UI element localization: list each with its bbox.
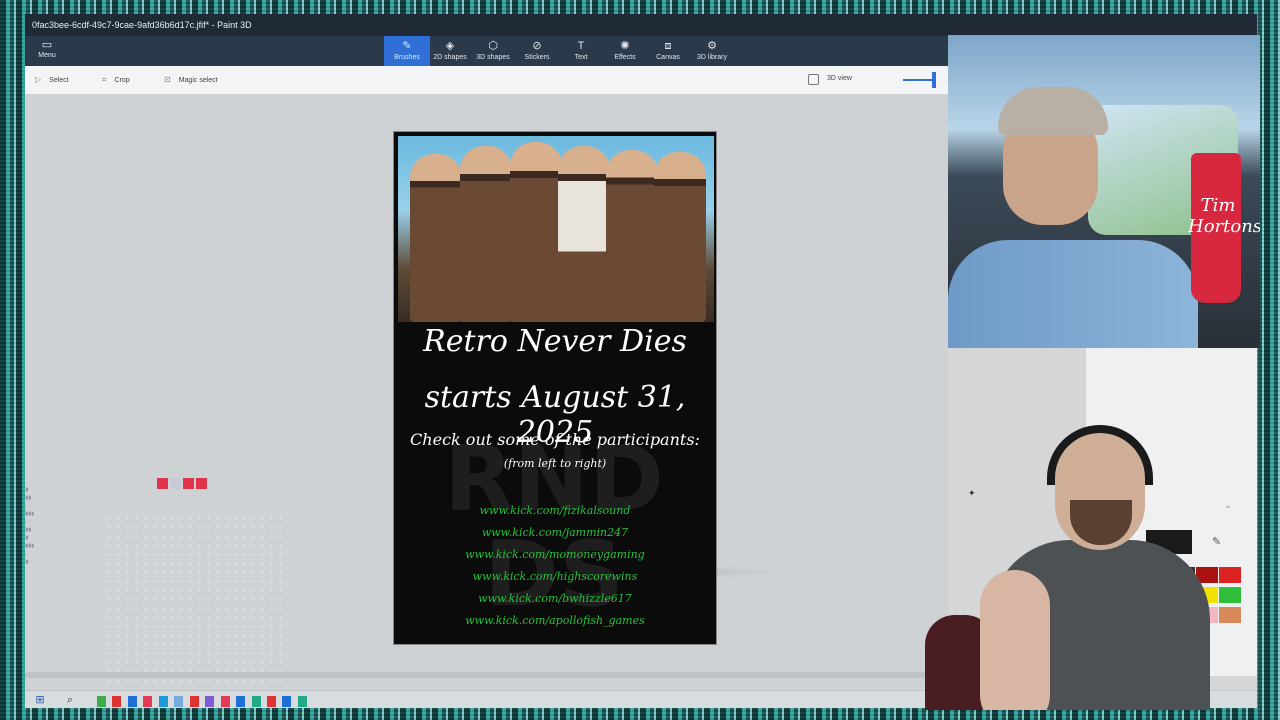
- webcam-shirt: [948, 240, 1198, 348]
- taskbar-app-icon[interactable]: [127, 696, 137, 707]
- brush-icon: ✎: [402, 40, 412, 52]
- window-title: 0fac3bee-6cdf-49c7-9cae-9afd36b6d17c.jfi…: [32, 20, 252, 30]
- stream-overlay-badges: [157, 476, 209, 494]
- poster-note: (from left to right): [503, 457, 607, 470]
- photo-person: [558, 146, 610, 322]
- tool-label: Canvas: [656, 54, 680, 61]
- view3d-toggle[interactable]: [808, 74, 819, 85]
- tool-brushes[interactable]: ✎ Brushes: [384, 36, 430, 66]
- tool-label: Brushes: [394, 54, 420, 61]
- webcam-streamer: [925, 420, 1255, 710]
- ribbon-toolbar: ▭ Menu ✎ Brushes ◈ 2D shapes ⬡ 3D shapes…: [25, 36, 948, 66]
- overlay-badge: [183, 478, 194, 489]
- photo-person: [460, 146, 512, 322]
- search-icon[interactable]: ⌕: [61, 691, 79, 708]
- tool-label: 3D library: [697, 54, 727, 61]
- poster-canvas[interactable]: RND DS Retro Never Dies starts August 31,…: [393, 131, 717, 645]
- stickers-icon: ⊘: [532, 40, 542, 52]
- overlay-badge: [157, 478, 168, 489]
- windows-start-icon[interactable]: ⊞: [31, 691, 49, 708]
- taskbar-app-icon[interactable]: [282, 696, 292, 707]
- magic-select-label: Magic select: [178, 77, 218, 84]
- participant-link: www.kick.com/fizikalsound: [479, 504, 631, 517]
- tool-canvas[interactable]: ⧈ Canvas: [645, 36, 691, 66]
- tool-3d-library[interactable]: ⚙ 3D library: [689, 36, 735, 66]
- tool-2d-shapes[interactable]: ◈ 2D shapes: [427, 36, 473, 66]
- select-label: Select: [49, 77, 69, 84]
- overlay-badge: [170, 478, 181, 489]
- taskbar-app-icon[interactable]: [158, 696, 168, 707]
- webcam-car: Tim Hortons: [948, 35, 1260, 348]
- tool-label: Stickers: [524, 54, 550, 61]
- crop-label: Crop: [114, 77, 130, 84]
- stream-overlay-dots: [105, 514, 285, 684]
- tool-3d-shapes[interactable]: ⬡ 3D shapes: [470, 36, 516, 66]
- tool-label: Effects: [614, 54, 636, 61]
- tool-text[interactable]: T Text: [558, 36, 604, 66]
- webcam-cap: [998, 87, 1108, 135]
- title-bar: 0fac3bee-6cdf-49c7-9cae-9afd36b6d17c.jfi…: [25, 14, 1257, 36]
- horizontal-scrollbar[interactable]: [25, 672, 948, 678]
- tool-label: Text: [574, 54, 588, 61]
- streamer-arm: [980, 570, 1050, 710]
- participant-link: www.kick.com/jammin247: [481, 526, 629, 539]
- taskbar-app-icon[interactable]: [143, 696, 153, 707]
- participant-link: www.kick.com/highscorewins: [472, 570, 638, 583]
- tool-label: 3D shapes: [476, 54, 510, 61]
- 2d-shapes-icon: ◈: [445, 40, 455, 52]
- magic-select-icon: ⊡: [164, 75, 171, 84]
- tool-label: 2D shapes: [433, 54, 467, 61]
- effects-icon: ✺: [620, 40, 630, 52]
- crop-button[interactable]: ⌗ Crop: [102, 75, 130, 85]
- taskbar-app-icon[interactable]: [266, 696, 276, 707]
- photo-person: [410, 154, 462, 322]
- poster-links: www.kick.com/fizikalsound www.kick.com/j…: [394, 500, 716, 632]
- participant-link: www.kick.com/bwhizzle617: [478, 592, 632, 605]
- tool-effects[interactable]: ✺ Effects: [602, 36, 648, 66]
- participant-link: www.kick.com/apollofish_games: [465, 614, 645, 627]
- photo-person: [654, 152, 706, 322]
- tool-stickers[interactable]: ⊘ Stickers: [514, 36, 560, 66]
- 3d-library-icon: ⚙: [707, 40, 717, 52]
- taskbar-app-icon[interactable]: [112, 696, 122, 707]
- select-button[interactable]: ▷ Select: [35, 75, 69, 84]
- text-icon: T: [577, 40, 585, 52]
- 3d-shapes-icon: ⬡: [488, 40, 498, 52]
- canvas-icon: ⧈: [664, 40, 672, 52]
- folder-icon: ▭: [41, 39, 53, 51]
- participant-link: www.kick.com/momoneygaming: [465, 548, 645, 561]
- menu-button[interactable]: ▭ Menu: [35, 38, 59, 64]
- taskbar-app-icon[interactable]: [97, 696, 106, 707]
- overlay-badge: [196, 478, 207, 489]
- taskbar-app-icon[interactable]: [174, 696, 184, 707]
- magic-select-button[interactable]: ⊡ Magic select: [164, 75, 218, 84]
- crop-icon: ⌗: [102, 75, 107, 84]
- tool-options-bar: ▷ Select ⌗ Crop ⊡ Magic select 3D view: [25, 66, 948, 95]
- taskbar-app-icon[interactable]: [205, 696, 215, 707]
- headset: [1047, 425, 1153, 485]
- cup-logo: Tim Hortons: [1188, 195, 1260, 237]
- taskbar-app-icon[interactable]: [236, 696, 246, 707]
- stream-overlay-list: ▮▮▮▮▮▮▮▮▮▮▮▮▮▮▮▮▮▮▮▮▮▮▮▮▮▮▮▮▮▮▮▮▮▮▮▮▮▮▮▮…: [25, 487, 35, 565]
- cursor-icon: ▷: [35, 75, 42, 84]
- view3d-label: 3D view: [827, 75, 852, 82]
- taskbar-apps: [97, 694, 309, 708]
- menu-label: Menu: [38, 52, 56, 59]
- poster-subtitle: Check out some of the participants:: [410, 430, 700, 449]
- photo-person: [606, 150, 658, 322]
- zoom-slider-track[interactable]: [903, 79, 935, 81]
- taskbar-app-icon[interactable]: [220, 696, 230, 707]
- taskbar-app-icon[interactable]: [251, 696, 261, 707]
- zoom-slider-thumb[interactable]: [932, 72, 936, 88]
- poster-title: Retro Never Dies: [423, 324, 687, 359]
- taskbar-app-icon[interactable]: [189, 696, 199, 707]
- poster-group-photo: [398, 136, 714, 322]
- photo-person: [510, 142, 562, 322]
- taskbar-app-icon[interactable]: [297, 696, 307, 707]
